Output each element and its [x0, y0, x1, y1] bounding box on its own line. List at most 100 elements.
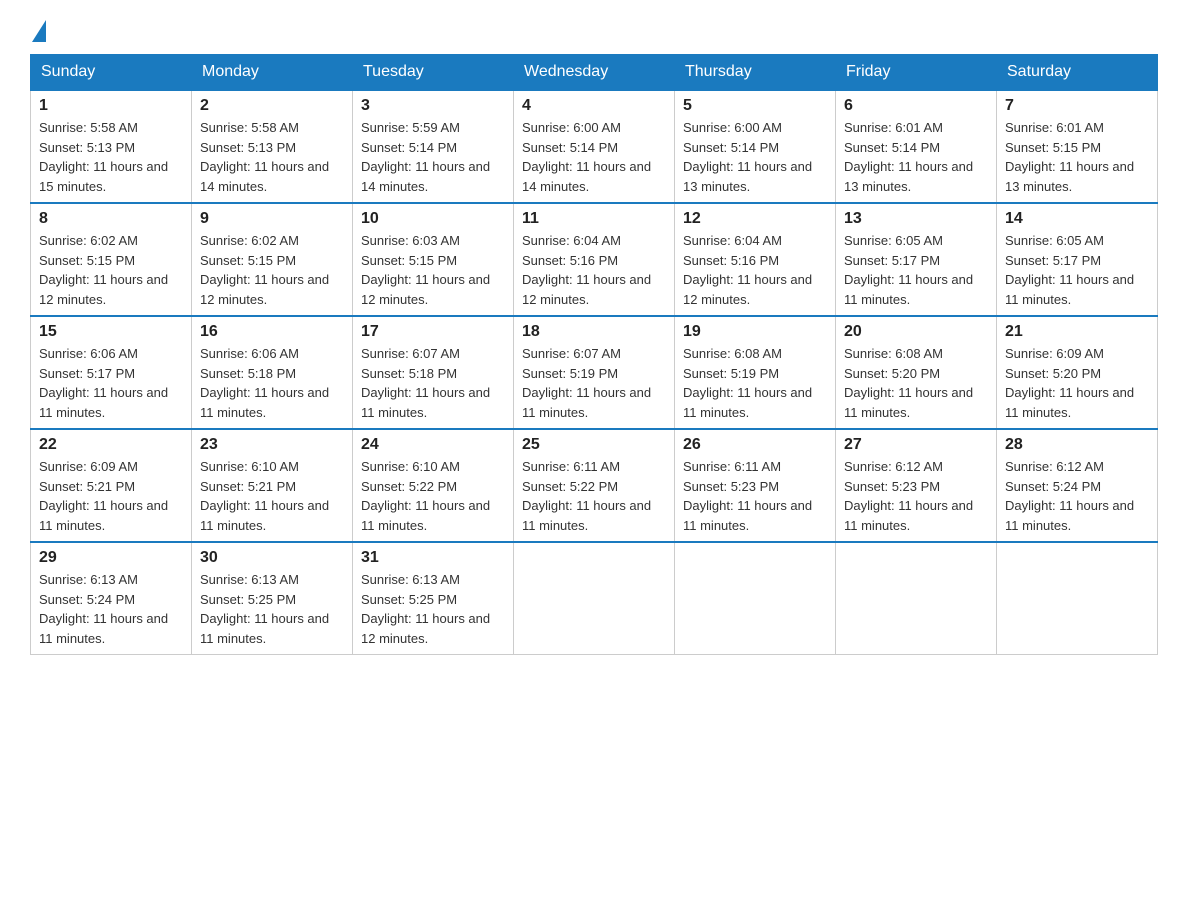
calendar-cell	[675, 542, 836, 655]
calendar-cell: 1 Sunrise: 5:58 AMSunset: 5:13 PMDaylight…	[31, 90, 192, 203]
day-number: 16	[200, 323, 344, 341]
calendar-cell: 23 Sunrise: 6:10 AMSunset: 5:21 PMDayligh…	[192, 429, 353, 542]
calendar-cell: 27 Sunrise: 6:12 AMSunset: 5:23 PMDayligh…	[836, 429, 997, 542]
day-number: 21	[1005, 323, 1149, 341]
calendar-cell: 10 Sunrise: 6:03 AMSunset: 5:15 PMDayligh…	[353, 203, 514, 316]
day-number: 22	[39, 436, 183, 454]
day-info: Sunrise: 6:07 AMSunset: 5:19 PMDaylight:…	[522, 344, 666, 422]
day-info: Sunrise: 6:00 AMSunset: 5:14 PMDaylight:…	[683, 118, 827, 196]
calendar-cell: 30Sunrise: 6:13 AMSunset: 5:25 PMDayligh…	[192, 542, 353, 655]
day-number: 8	[39, 210, 183, 228]
day-number: 23	[200, 436, 344, 454]
day-info: Sunrise: 6:06 AMSunset: 5:18 PMDaylight:…	[200, 344, 344, 422]
calendar-cell: 2 Sunrise: 5:58 AMSunset: 5:13 PMDaylight…	[192, 90, 353, 203]
column-header-thursday: Thursday	[675, 55, 836, 91]
day-info: Sunrise: 6:09 AMSunset: 5:21 PMDaylight:…	[39, 457, 183, 535]
day-number: 29	[39, 549, 183, 567]
day-number: 2	[200, 97, 344, 115]
day-info: Sunrise: 6:10 AMSunset: 5:21 PMDaylight:…	[200, 457, 344, 535]
day-number: 24	[361, 436, 505, 454]
logo-triangle-icon	[32, 20, 46, 42]
day-number: 20	[844, 323, 988, 341]
calendar-cell: 26Sunrise: 6:11 AMSunset: 5:23 PMDayligh…	[675, 429, 836, 542]
column-header-monday: Monday	[192, 55, 353, 91]
column-header-saturday: Saturday	[997, 55, 1158, 91]
day-number: 15	[39, 323, 183, 341]
day-info: Sunrise: 6:10 AMSunset: 5:22 PMDaylight:…	[361, 457, 505, 535]
day-info: Sunrise: 6:01 AMSunset: 5:14 PMDaylight:…	[844, 118, 988, 196]
calendar-cell: 13 Sunrise: 6:05 AMSunset: 5:17 PMDayligh…	[836, 203, 997, 316]
day-number: 3	[361, 97, 505, 115]
calendar-cell: 21 Sunrise: 6:09 AMSunset: 5:20 PMDayligh…	[997, 316, 1158, 429]
day-info: Sunrise: 6:08 AMSunset: 5:19 PMDaylight:…	[683, 344, 827, 422]
day-number: 10	[361, 210, 505, 228]
logo	[30, 20, 48, 38]
calendar-week-row: 22 Sunrise: 6:09 AMSunset: 5:21 PMDayligh…	[31, 429, 1158, 542]
calendar-cell: 8 Sunrise: 6:02 AMSunset: 5:15 PMDaylight…	[31, 203, 192, 316]
day-info: Sunrise: 6:04 AMSunset: 5:16 PMDaylight:…	[683, 231, 827, 309]
day-info: Sunrise: 6:05 AMSunset: 5:17 PMDaylight:…	[1005, 231, 1149, 309]
day-info: Sunrise: 6:13 AMSunset: 5:24 PMDaylight:…	[39, 570, 183, 648]
day-number: 9	[200, 210, 344, 228]
day-info: Sunrise: 6:03 AMSunset: 5:15 PMDaylight:…	[361, 231, 505, 309]
day-info: Sunrise: 6:08 AMSunset: 5:20 PMDaylight:…	[844, 344, 988, 422]
day-info: Sunrise: 6:04 AMSunset: 5:16 PMDaylight:…	[522, 231, 666, 309]
day-info: Sunrise: 6:13 AMSunset: 5:25 PMDaylight:…	[361, 570, 505, 648]
day-number: 12	[683, 210, 827, 228]
calendar-cell	[514, 542, 675, 655]
calendar-cell: 11 Sunrise: 6:04 AMSunset: 5:16 PMDayligh…	[514, 203, 675, 316]
day-number: 25	[522, 436, 666, 454]
day-info: Sunrise: 6:02 AMSunset: 5:15 PMDaylight:…	[200, 231, 344, 309]
calendar-cell	[997, 542, 1158, 655]
calendar-week-row: 1 Sunrise: 5:58 AMSunset: 5:13 PMDaylight…	[31, 90, 1158, 203]
day-number: 1	[39, 97, 183, 115]
calendar-week-row: 15 Sunrise: 6:06 AMSunset: 5:17 PMDayligh…	[31, 316, 1158, 429]
day-number: 4	[522, 97, 666, 115]
calendar-cell: 6 Sunrise: 6:01 AMSunset: 5:14 PMDaylight…	[836, 90, 997, 203]
day-info: Sunrise: 6:06 AMSunset: 5:17 PMDaylight:…	[39, 344, 183, 422]
day-info: Sunrise: 6:02 AMSunset: 5:15 PMDaylight:…	[39, 231, 183, 309]
day-number: 17	[361, 323, 505, 341]
day-info: Sunrise: 6:09 AMSunset: 5:20 PMDaylight:…	[1005, 344, 1149, 422]
calendar-cell: 19 Sunrise: 6:08 AMSunset: 5:19 PMDayligh…	[675, 316, 836, 429]
calendar-table: SundayMondayTuesdayWednesdayThursdayFrid…	[30, 54, 1158, 655]
day-number: 18	[522, 323, 666, 341]
day-info: Sunrise: 5:59 AMSunset: 5:14 PMDaylight:…	[361, 118, 505, 196]
calendar-cell: 29 Sunrise: 6:13 AMSunset: 5:24 PMDayligh…	[31, 542, 192, 655]
day-info: Sunrise: 5:58 AMSunset: 5:13 PMDaylight:…	[200, 118, 344, 196]
calendar-header-row: SundayMondayTuesdayWednesdayThursdayFrid…	[31, 55, 1158, 91]
day-info: Sunrise: 6:12 AMSunset: 5:23 PMDaylight:…	[844, 457, 988, 535]
day-info: Sunrise: 6:11 AMSunset: 5:22 PMDaylight:…	[522, 457, 666, 535]
day-number: 31	[361, 549, 505, 567]
calendar-cell: 15 Sunrise: 6:06 AMSunset: 5:17 PMDayligh…	[31, 316, 192, 429]
day-number: 5	[683, 97, 827, 115]
day-number: 30	[200, 549, 344, 567]
calendar-cell: 31 Sunrise: 6:13 AMSunset: 5:25 PMDayligh…	[353, 542, 514, 655]
calendar-cell: 18 Sunrise: 6:07 AMSunset: 5:19 PMDayligh…	[514, 316, 675, 429]
calendar-cell: 24 Sunrise: 6:10 AMSunset: 5:22 PMDayligh…	[353, 429, 514, 542]
calendar-cell: 4 Sunrise: 6:00 AMSunset: 5:14 PMDaylight…	[514, 90, 675, 203]
day-info: Sunrise: 6:11 AMSunset: 5:23 PMDaylight:…	[683, 457, 827, 535]
day-number: 14	[1005, 210, 1149, 228]
calendar-cell: 12 Sunrise: 6:04 AMSunset: 5:16 PMDayligh…	[675, 203, 836, 316]
day-info: Sunrise: 5:58 AMSunset: 5:13 PMDaylight:…	[39, 118, 183, 196]
column-header-wednesday: Wednesday	[514, 55, 675, 91]
day-number: 19	[683, 323, 827, 341]
day-info: Sunrise: 6:05 AMSunset: 5:17 PMDaylight:…	[844, 231, 988, 309]
calendar-cell: 14 Sunrise: 6:05 AMSunset: 5:17 PMDayligh…	[997, 203, 1158, 316]
day-number: 28	[1005, 436, 1149, 454]
day-number: 6	[844, 97, 988, 115]
day-number: 13	[844, 210, 988, 228]
calendar-cell: 7Sunrise: 6:01 AMSunset: 5:15 PMDaylight…	[997, 90, 1158, 203]
day-number: 11	[522, 210, 666, 228]
calendar-cell: 28Sunrise: 6:12 AMSunset: 5:24 PMDayligh…	[997, 429, 1158, 542]
day-info: Sunrise: 6:00 AMSunset: 5:14 PMDaylight:…	[522, 118, 666, 196]
day-info: Sunrise: 6:01 AMSunset: 5:15 PMDaylight:…	[1005, 118, 1149, 196]
day-number: 27	[844, 436, 988, 454]
calendar-cell: 22 Sunrise: 6:09 AMSunset: 5:21 PMDayligh…	[31, 429, 192, 542]
calendar-cell	[836, 542, 997, 655]
page-header	[30, 20, 1158, 38]
calendar-cell: 20 Sunrise: 6:08 AMSunset: 5:20 PMDayligh…	[836, 316, 997, 429]
column-header-friday: Friday	[836, 55, 997, 91]
calendar-week-row: 29 Sunrise: 6:13 AMSunset: 5:24 PMDayligh…	[31, 542, 1158, 655]
